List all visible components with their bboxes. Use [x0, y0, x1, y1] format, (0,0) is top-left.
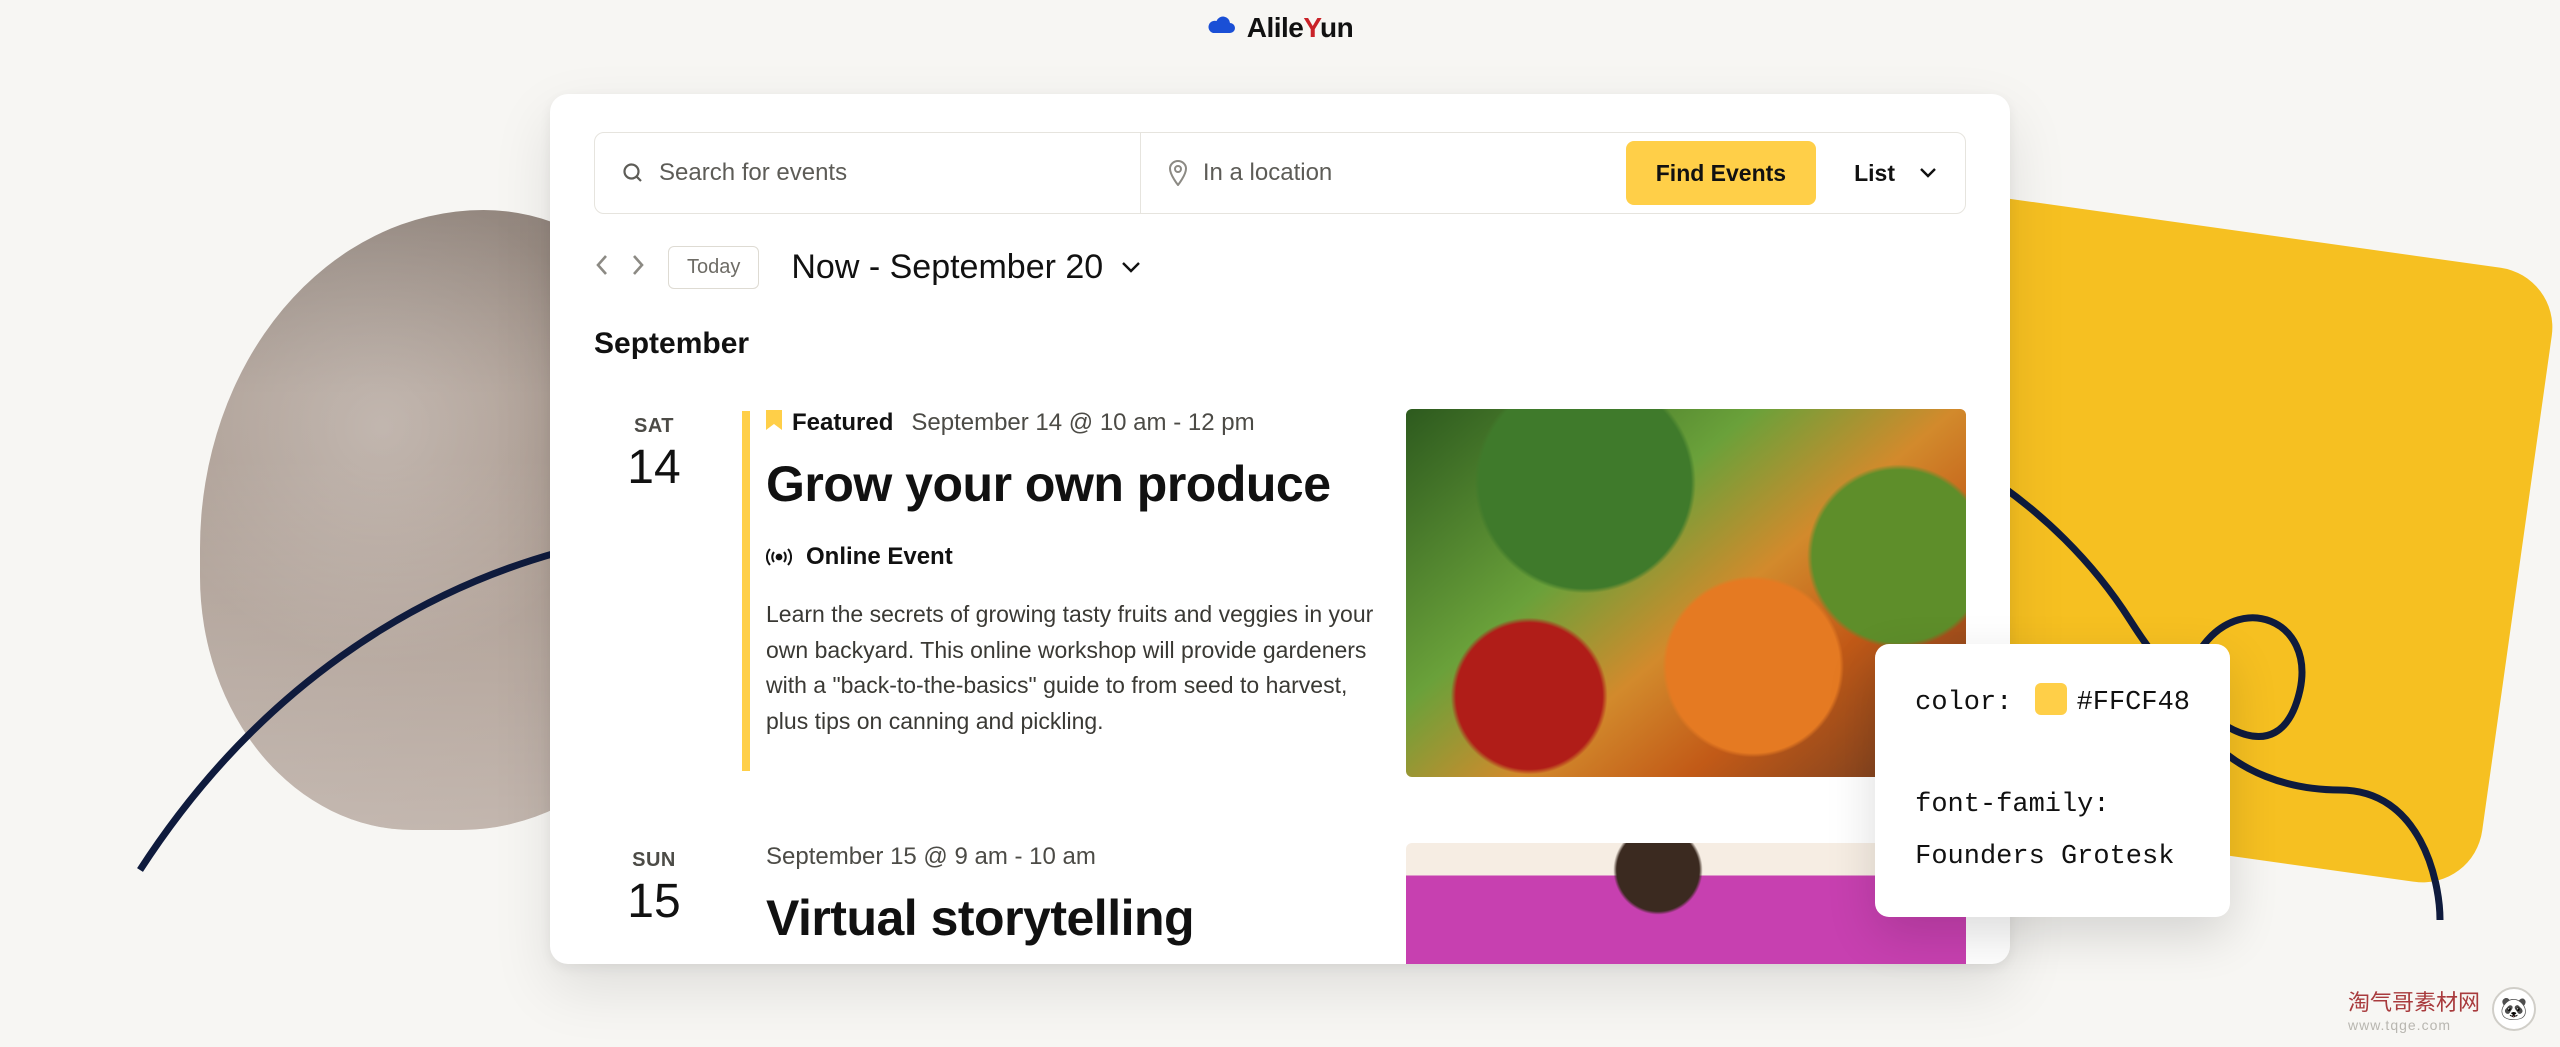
event-time: September 14 @ 10 am - 12 pm: [911, 409, 1254, 437]
event-date: SAT 14: [594, 409, 714, 777]
search-location-segment[interactable]: [1140, 133, 1612, 213]
today-button[interactable]: Today: [668, 246, 759, 289]
next-button[interactable]: [630, 253, 646, 282]
event-title[interactable]: Virtual storytelling: [766, 889, 1378, 947]
event-dow: SAT: [594, 415, 714, 438]
event-description: Learn the secrets of growing tasty fruit…: [766, 597, 1378, 740]
featured-bar: [742, 411, 750, 771]
cloud-icon: [1207, 13, 1237, 44]
event-row: SAT 14 Featured September 14 @ 10 am - 1…: [594, 389, 1966, 819]
calendar-nav: Today Now - September 20: [594, 246, 1966, 289]
bookmark-icon: [766, 410, 782, 436]
search-bar: Find Events List: [594, 132, 1966, 214]
search-events-segment[interactable]: [595, 133, 1140, 213]
event-date: SUN 15: [594, 843, 714, 964]
search-location-input[interactable]: [1203, 159, 1586, 187]
prev-button[interactable]: [594, 253, 610, 282]
style-info-card: color: #FFCF48 font-family: Founders Gro…: [1875, 644, 2230, 917]
find-events-button[interactable]: Find Events: [1626, 141, 1816, 205]
watermark: 淘气哥素材网 www.tqge.com 🐼: [2348, 985, 2536, 1033]
featured-badge: Featured: [766, 409, 893, 437]
site-logo[interactable]: AlileYun: [1207, 12, 1354, 44]
event-row: SUN 15 September 15 @ 9 am - 10 am Virtu…: [594, 819, 1966, 964]
event-dom: 14: [594, 440, 714, 495]
color-swatch: [2035, 683, 2067, 715]
view-selector[interactable]: List: [1824, 160, 1965, 187]
event-time: September 15 @ 9 am - 10 am: [766, 843, 1096, 871]
search-events-input[interactable]: [659, 159, 1114, 187]
watermark-badge-icon: 🐼: [2492, 987, 2536, 1031]
logo-text: AlileYun: [1247, 12, 1354, 44]
event-dow: SUN: [594, 849, 714, 872]
view-selector-label: List: [1854, 160, 1895, 187]
chevron-down-icon: [1121, 261, 1141, 275]
chevron-left-icon: [594, 253, 610, 277]
date-range-picker[interactable]: Now - September 20: [791, 248, 1141, 287]
search-icon: [621, 161, 645, 185]
location-icon: [1167, 160, 1189, 186]
events-calendar-card: Find Events List Today Now - September 2…: [550, 94, 2010, 964]
online-event-badge: Online Event: [766, 543, 1378, 571]
date-range-label: Now - September 20: [791, 248, 1103, 287]
chevron-right-icon: [630, 253, 646, 277]
event-dom: 15: [594, 874, 714, 929]
chevron-down-icon: [1919, 167, 1937, 179]
month-heading: September: [594, 327, 1966, 361]
event-title[interactable]: Grow your own produce: [766, 455, 1378, 513]
broadcast-icon: [766, 546, 792, 568]
